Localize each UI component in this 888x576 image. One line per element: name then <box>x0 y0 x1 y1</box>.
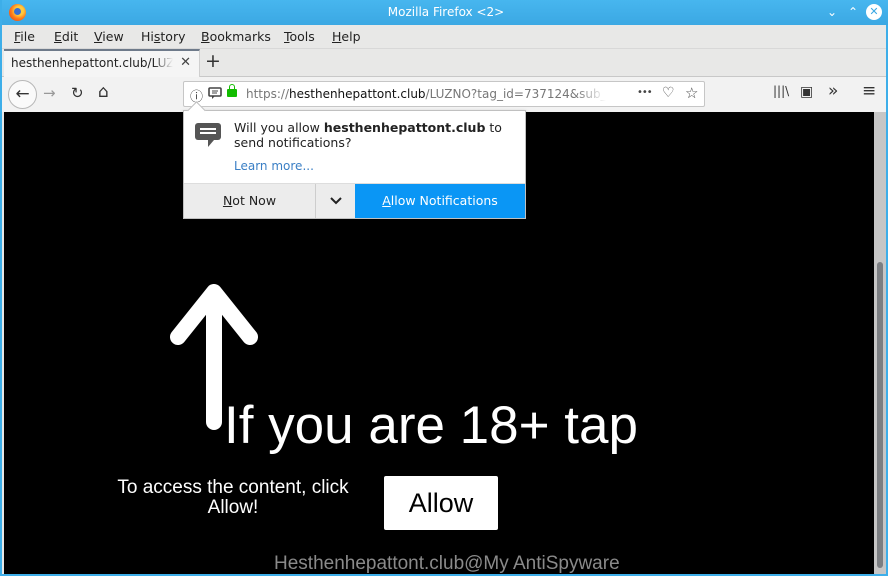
menu-edit[interactable]: Edit <box>54 29 78 44</box>
overflow-menu-icon[interactable]: » <box>828 81 838 101</box>
page-actions-icon[interactable]: ••• <box>637 87 653 98</box>
menu-history[interactable]: History <box>141 29 185 44</box>
pocket-icon[interactable]: ♡ <box>662 85 675 101</box>
not-now-accel: N <box>222 193 233 208</box>
browser-window: Mozilla Firefox <2> ⌄ ⌃ ✕ File Edit View… <box>0 0 888 576</box>
menu-tools[interactable]: Tools <box>284 29 315 44</box>
not-now-button[interactable]: Not Now <box>184 184 315 218</box>
bookmark-star-icon[interactable]: ☆ <box>685 84 698 102</box>
menu-edit-label: dit <box>61 29 79 44</box>
reload-button[interactable]: ↻ <box>71 84 84 102</box>
menu-bookmarks-accel: B <box>201 29 210 44</box>
tab-active[interactable]: hesthenhepattont.club/LUZNO ✕ <box>4 49 200 78</box>
learn-more-link[interactable]: Learn more... <box>234 159 314 173</box>
menu-bookmarks[interactable]: Bookmarks <box>201 29 271 44</box>
watermark: Hesthenhepattont.club@My AntiSpyware <box>274 553 620 574</box>
menu-help-accel: H <box>332 29 342 44</box>
instruction-text: To access the content, click Allow! <box>117 477 349 518</box>
url-text[interactable]: https://hesthenhepattont.club/LUZNO?tag_… <box>246 87 606 101</box>
home-button[interactable]: ⌂ <box>98 82 109 102</box>
message-pre: Will you allow <box>234 120 324 135</box>
allow-accel: A <box>382 193 391 208</box>
url-bar[interactable]: ⓘ https://hesthenhepattont.club/LUZNO?ta… <box>183 81 705 107</box>
notification-message: Will you allow hesthenhepattont.club to … <box>234 120 519 150</box>
menu-history-pre: Hi <box>141 29 154 44</box>
allow-label: llow Notifications <box>390 193 498 208</box>
menu-view[interactable]: View <box>94 29 124 44</box>
forward-button[interactable]: → <box>43 84 56 102</box>
page-allow-button[interactable]: Allow <box>384 476 498 530</box>
url-scheme: https:// <box>246 87 290 101</box>
menu-bar: File Edit View History Bookmarks Tools H… <box>2 25 886 48</box>
allow-notifications-button[interactable]: Allow Notifications <box>355 184 525 218</box>
back-button[interactable]: ← <box>8 80 37 109</box>
notification-permission-icon[interactable] <box>208 87 222 104</box>
headline: If you are 18+ tap <box>224 396 638 455</box>
notification-actions: Not Now Allow Notifications <box>184 183 525 218</box>
secure-lock-icon <box>227 84 237 97</box>
url-host: hesthenhepattont.club <box>289 87 426 101</box>
navigation-toolbar: ← → ↻ ⌂ ⓘ https://hesthenhepattont.club/… <box>2 77 886 112</box>
tab-bar: hesthenhepattont.club/LUZNO ✕ + <box>2 48 886 78</box>
message-host: hesthenhepattont.club <box>323 120 486 135</box>
sidebar-icon[interactable]: ▣ <box>800 84 813 100</box>
menu-bookmarks-label: ookmarks <box>209 29 271 44</box>
menu-help-label: elp <box>341 29 361 44</box>
menu-view-label: iew <box>102 29 124 44</box>
menu-file-label: ile <box>20 29 35 44</box>
notification-permission-popup: Will you allow hesthenhepattont.club to … <box>183 110 526 219</box>
menu-history-label: tory <box>160 29 186 44</box>
vertical-scrollbar[interactable] <box>874 112 886 574</box>
close-window-button[interactable]: ✕ <box>866 4 882 20</box>
chevron-down-icon <box>329 197 342 205</box>
new-tab-button[interactable]: + <box>205 50 221 72</box>
menu-tools-label: ools <box>289 29 315 44</box>
close-tab-icon[interactable]: ✕ <box>180 55 191 70</box>
notification-speech-icon <box>195 123 221 147</box>
menu-help[interactable]: Help <box>332 29 361 44</box>
maximize-button[interactable]: ⌃ <box>845 4 861 20</box>
scrollbar-thumb[interactable] <box>877 262 883 568</box>
menu-file[interactable]: File <box>14 29 35 44</box>
url-path: /LUZNO?tag_id=737124&sub_id1= <box>425 87 606 101</box>
library-icon[interactable]: |||\ <box>773 84 789 98</box>
more-options-dropdown[interactable] <box>315 184 355 218</box>
tab-title: hesthenhepattont.club/LUZNO <box>11 56 173 70</box>
title-bar: Mozilla Firefox <2> ⌄ ⌃ ✕ <box>2 0 888 25</box>
not-now-label: ot Now <box>232 193 277 208</box>
minimize-button[interactable]: ⌄ <box>824 4 840 20</box>
menu-edit-accel: E <box>54 29 62 44</box>
hamburger-menu-icon[interactable]: ≡ <box>862 81 876 101</box>
window-title: Mozilla Firefox <2> <box>387 5 505 19</box>
